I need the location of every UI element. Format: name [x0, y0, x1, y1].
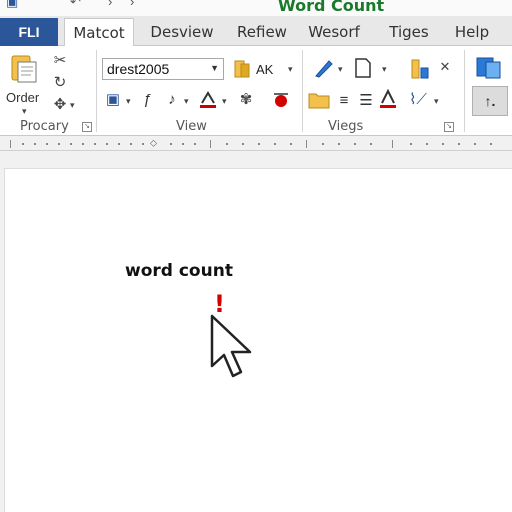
- ruler-marker: [306, 140, 307, 148]
- font-name-value: drest2005: [107, 61, 170, 77]
- align-center-icon[interactable]: ☰: [356, 90, 376, 110]
- viegs-launcher-icon[interactable]: ↘: [444, 122, 454, 132]
- ruler-tick: [410, 143, 412, 145]
- indent-marker-icon[interactable]: ⬦: [150, 138, 157, 149]
- group-label-viegs: Viegs: [328, 119, 364, 134]
- ruler-tick: [474, 143, 476, 145]
- wave-dropdown-icon[interactable]: ▾: [434, 96, 439, 107]
- font-color-icon[interactable]: [378, 88, 398, 110]
- sort-button[interactable]: ↑.: [472, 86, 508, 116]
- ruler-tick: [338, 143, 340, 145]
- link-icon[interactable]: ✾: [236, 88, 256, 110]
- chart-icon[interactable]: [408, 54, 434, 80]
- ruler-tick: [426, 143, 428, 145]
- group-separator: [96, 50, 97, 132]
- ruler-tick: [22, 143, 24, 145]
- bookmark-icon[interactable]: [232, 58, 252, 80]
- ak-dropdown-icon[interactable]: ▾: [288, 64, 293, 75]
- ruler-tick: [194, 143, 196, 145]
- note-dropdown-icon[interactable]: ▾: [184, 96, 189, 107]
- document-icon[interactable]: [352, 56, 374, 80]
- format-painter-dropdown-icon[interactable]: ▾: [70, 100, 75, 111]
- document-dropdown-icon[interactable]: ▾: [382, 64, 387, 75]
- redo-icon[interactable]: ›: [108, 0, 112, 9]
- ruler-tick: [170, 143, 172, 145]
- folder-icon[interactable]: [308, 90, 330, 110]
- tab-file[interactable]: FLI: [0, 18, 58, 46]
- tab-tiges[interactable]: Tiges: [384, 18, 434, 46]
- tab-matcot[interactable]: Matcot: [64, 18, 134, 47]
- italic-icon[interactable]: ƒ: [140, 88, 154, 110]
- document-text[interactable]: word count: [125, 261, 233, 281]
- ruler-tick: [118, 143, 120, 145]
- text-highlight-icon[interactable]: [198, 88, 218, 110]
- ruler: ⬦: [0, 137, 512, 151]
- ruler-tick: [442, 143, 444, 145]
- group-separator: [302, 50, 303, 132]
- ruler-tick: [142, 143, 144, 145]
- highlight-dropdown-icon[interactable]: ▾: [222, 96, 227, 107]
- group-label-procary: Procary: [20, 119, 69, 134]
- ruler-tick: [182, 143, 184, 145]
- music-note-icon[interactable]: ♪: [164, 88, 180, 110]
- chevron-down-icon: ▼: [210, 63, 219, 73]
- shading-icon[interactable]: ▣: [104, 90, 122, 108]
- wave-icon[interactable]: ⌇⟋: [406, 88, 430, 110]
- tab-help[interactable]: Help: [450, 18, 494, 46]
- title-bar: ▣ ↶ › › Word Count: [0, 0, 512, 16]
- ruler-tick: [82, 143, 84, 145]
- ruler-tick: [258, 143, 260, 145]
- ruler-tick: [106, 143, 108, 145]
- tab-desview[interactable]: Desview: [146, 18, 218, 46]
- window-title: Word Count: [278, 0, 385, 15]
- ruler-tick: [490, 143, 492, 145]
- tab-refiew[interactable]: Refiew: [232, 18, 292, 46]
- ruler-tick: [242, 143, 244, 145]
- ribbon-tab-row: FLI Matcot Desview Refiew Wesorf Tiges H…: [0, 16, 512, 47]
- close-icon[interactable]: ✕: [438, 58, 452, 76]
- ruler-tick: [94, 143, 96, 145]
- ribbon: Order ▾ ✂ ↻ ✥ ▾ Procary ↘ drest2005 ▼ AK…: [0, 46, 512, 136]
- ruler-tick: [226, 143, 228, 145]
- group-separator: [464, 50, 465, 132]
- pen-icon[interactable]: [312, 56, 336, 80]
- ruler-tick: [290, 143, 292, 145]
- order-dropdown-icon[interactable]: ▾: [22, 106, 27, 117]
- ruler-tick: [70, 143, 72, 145]
- undo-icon[interactable]: ↶: [70, 0, 81, 10]
- share-icon[interactable]: [474, 52, 504, 82]
- font-name-select[interactable]: drest2005 ▼: [102, 58, 224, 80]
- ruler-tick: [458, 143, 460, 145]
- ruler-tick: [274, 143, 276, 145]
- group-label-view: View: [176, 119, 207, 134]
- format-painter-icon[interactable]: ✥: [50, 94, 70, 114]
- ruler-marker: [392, 140, 393, 148]
- order-button[interactable]: Order: [6, 90, 39, 105]
- ruler-tick: [322, 143, 324, 145]
- ruler-marker: [210, 140, 211, 148]
- ruler-tick: [354, 143, 356, 145]
- document-page[interactable]: [4, 168, 512, 512]
- paste-icon[interactable]: [10, 52, 40, 84]
- shading-dropdown-icon[interactable]: ▾: [126, 96, 131, 107]
- pen-dropdown-icon[interactable]: ▾: [338, 64, 343, 75]
- customize-quick-access-icon[interactable]: ›: [130, 0, 134, 9]
- mouse-pointer-icon: [210, 314, 256, 385]
- cut-icon[interactable]: ✂: [50, 50, 70, 70]
- tab-wesorf[interactable]: Wesorf: [304, 18, 364, 46]
- ruler-tick: [130, 143, 132, 145]
- ruler-tick: [370, 143, 372, 145]
- ruler-tick: [46, 143, 48, 145]
- save-icon[interactable]: ▣: [6, 0, 18, 10]
- ruler-marker: [10, 140, 11, 148]
- refresh-icon[interactable]: ↻: [50, 72, 70, 92]
- ruler-tick: [58, 143, 60, 145]
- ruler-tick: [34, 143, 36, 145]
- record-icon[interactable]: [270, 88, 292, 110]
- procary-launcher-icon[interactable]: ↘: [82, 122, 92, 132]
- ak-label[interactable]: AK: [256, 62, 273, 77]
- align-justify-icon[interactable]: ≡: [334, 90, 354, 110]
